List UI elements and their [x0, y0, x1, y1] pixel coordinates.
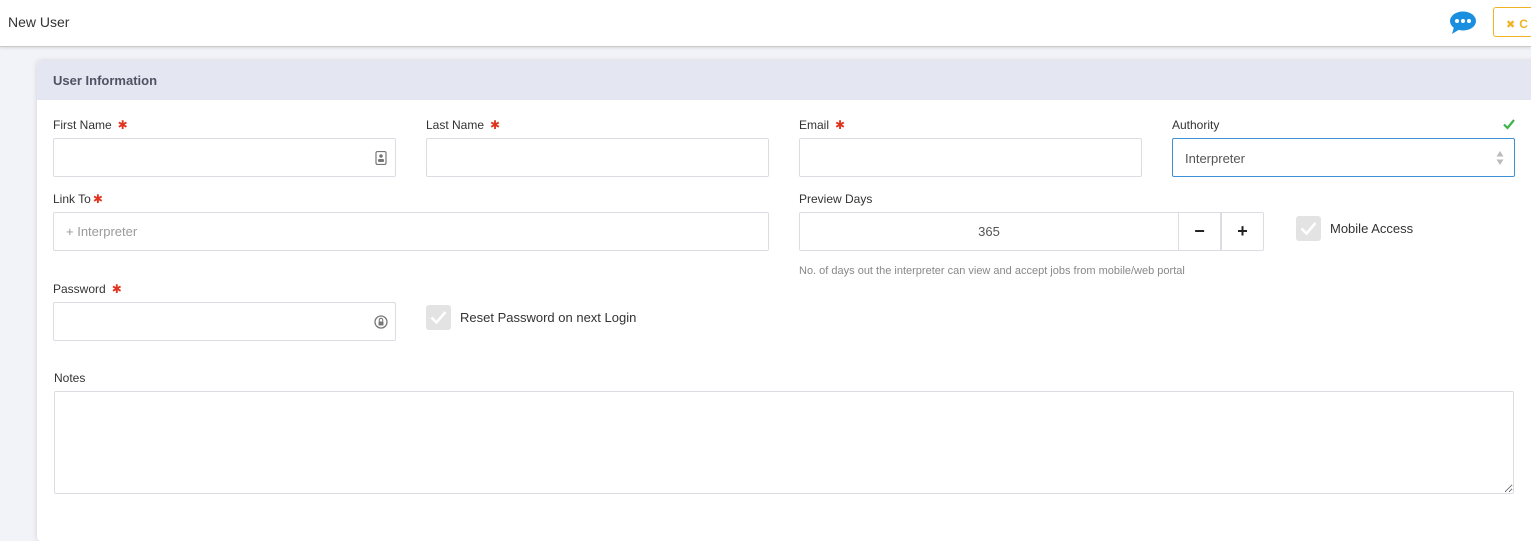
required-icon: ✱ [835, 118, 846, 132]
preview-days-label: Preview Days [799, 192, 873, 206]
times-icon: ✖ [1506, 19, 1516, 31]
password-input[interactable] [53, 302, 396, 341]
check-icon [1300, 222, 1317, 236]
email-label: Email ✱ [799, 118, 846, 132]
valid-check-icon [1503, 119, 1515, 130]
page-title: New User [8, 14, 70, 30]
fingerprint-lock-icon [374, 315, 388, 329]
preview-days-help: No. of days out the interpreter can view… [799, 265, 1185, 277]
notes-textarea[interactable] [54, 391, 1514, 494]
password-label: Password ✱ [53, 282, 122, 296]
card-title: User Information [53, 73, 158, 88]
card-header: User Information [37, 61, 1531, 100]
reset-password-label: Reset Password on next Login [460, 310, 637, 325]
chat-button[interactable] [1449, 11, 1477, 35]
required-icon: ✱ [117, 118, 128, 132]
decrement-button[interactable]: − [1178, 212, 1221, 251]
email-input[interactable] [799, 138, 1142, 177]
check-icon [430, 311, 447, 325]
first-name-label: First Name ✱ [53, 118, 128, 132]
link-to-label: Link To ✱ [53, 192, 103, 206]
authority-selected-value: Interpreter [1185, 151, 1245, 166]
sort-arrows-icon [1496, 151, 1504, 165]
required-icon: ✱ [490, 118, 501, 132]
authority-label: Authority [1172, 118, 1220, 132]
increment-button[interactable]: + [1221, 212, 1264, 251]
authority-select[interactable]: Interpreter [1172, 138, 1515, 177]
chat-bubble-icon [1450, 11, 1476, 34]
required-icon: ✱ [92, 192, 103, 206]
mobile-access-checkbox[interactable] [1296, 216, 1321, 241]
last-name-label: Last Name ✱ [426, 118, 501, 132]
link-to-input[interactable] [53, 212, 769, 251]
contact-card-icon [375, 151, 387, 165]
preview-days-input[interactable]: 365 [799, 212, 1179, 251]
reset-password-checkbox[interactable] [426, 305, 451, 330]
last-name-input[interactable] [426, 138, 769, 177]
top-bar: New User ✖ C [0, 0, 1531, 47]
mobile-access-label: Mobile Access [1330, 221, 1414, 236]
close-button[interactable]: ✖ C [1493, 7, 1531, 37]
required-icon: ✱ [111, 282, 122, 296]
notes-label: Notes [54, 371, 86, 385]
first-name-input[interactable] [53, 138, 396, 177]
close-button-label: C [1519, 17, 1528, 31]
